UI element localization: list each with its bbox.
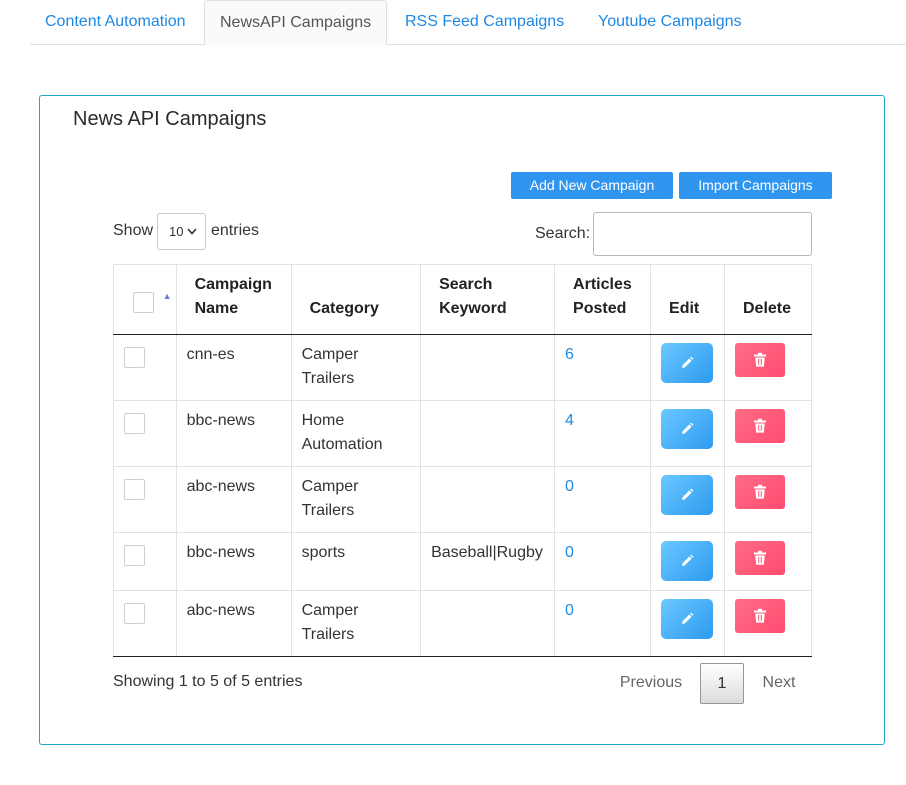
articles-posted-link[interactable]: 0 [565, 478, 574, 495]
cell-edit [650, 590, 725, 657]
tab-youtube-campaigns[interactable]: Youtube Campaigns [598, 0, 742, 45]
cell-campaign-name: bbc-news [175, 400, 292, 467]
pagination-previous[interactable]: Previous [608, 663, 694, 704]
articles-posted-link[interactable]: 4 [565, 412, 574, 429]
cell-category: sports [290, 532, 422, 591]
table-row: abc-news Camper Trailers 0 [113, 590, 812, 657]
cell-select [113, 334, 177, 401]
cell-select [113, 400, 177, 467]
delete-button[interactable] [735, 409, 785, 443]
search-input[interactable] [593, 212, 812, 256]
campaigns-table: ▲ Campaign Name Category Search Keyword … [113, 264, 812, 657]
cell-edit [650, 400, 725, 467]
cell-delete [724, 590, 812, 657]
cell-delete [724, 466, 812, 533]
table-row: bbc-news sports Baseball|Rugby 0 [113, 532, 812, 591]
cell-category: Camper Trailers [290, 466, 422, 533]
pagination-next[interactable]: Next [746, 663, 812, 704]
cell-search-keyword [420, 334, 556, 401]
delete-button[interactable] [735, 541, 785, 575]
row-checkbox[interactable] [124, 479, 145, 500]
cell-articles-posted: 6 [554, 334, 652, 401]
cell-edit [650, 532, 725, 591]
cell-articles-posted: 0 [554, 590, 652, 657]
column-header-category[interactable]: Category [290, 264, 422, 335]
cell-search-keyword [420, 466, 556, 533]
table-row: bbc-news Home Automation 4 [113, 400, 812, 467]
table-row: cnn-es Camper Trailers 6 [113, 334, 812, 401]
cell-edit [650, 334, 725, 401]
tab-rss-feed-campaigns[interactable]: RSS Feed Campaigns [405, 0, 564, 45]
cell-campaign-name: abc-news [175, 466, 292, 533]
cell-search-keyword [420, 590, 556, 657]
cell-delete [724, 400, 812, 467]
column-header-edit[interactable]: Edit [650, 264, 725, 335]
entries-per-page-select[interactable]: 10 [157, 213, 206, 250]
delete-button[interactable] [735, 343, 785, 377]
card-title: News API Campaigns [73, 108, 267, 130]
delete-button[interactable] [735, 475, 785, 509]
cell-category: Camper Trailers [290, 334, 422, 401]
column-header-articles-posted[interactable]: Articles Posted [554, 264, 652, 335]
cell-articles-posted: 0 [554, 532, 652, 591]
cell-campaign-name: cnn-es [175, 334, 292, 401]
select-all-checkbox[interactable] [133, 292, 154, 313]
tab-content-automation[interactable]: Content Automation [45, 0, 186, 45]
tab-newsapi-campaigns[interactable]: NewsAPI Campaigns [204, 0, 387, 45]
cell-select [113, 466, 177, 533]
edit-button[interactable] [661, 409, 714, 449]
cell-campaign-name: bbc-news [175, 532, 292, 591]
edit-button[interactable] [661, 541, 714, 581]
table-row: abc-news Camper Trailers 0 [113, 466, 812, 533]
entries-label: entries [211, 222, 260, 239]
cell-category: Camper Trailers [290, 590, 422, 657]
chevron-down-icon [187, 214, 197, 263]
cell-select [113, 532, 177, 591]
row-checkbox[interactable] [124, 603, 145, 624]
articles-posted-link[interactable]: 0 [565, 544, 574, 561]
table-info: Showing 1 to 5 of 5 entries [113, 673, 303, 690]
sort-arrows-icon: ▲ [162, 291, 172, 301]
import-campaigns-button[interactable]: Import Campaigns [679, 172, 832, 199]
cell-edit [650, 466, 725, 533]
articles-posted-link[interactable]: 0 [565, 602, 574, 619]
row-checkbox[interactable] [124, 413, 145, 434]
edit-button[interactable] [661, 475, 714, 515]
show-label: Show [113, 222, 154, 239]
search-label: Search: [535, 225, 591, 242]
campaigns-card: News API Campaigns Add New Campaign Impo… [39, 95, 885, 745]
cell-search-keyword [420, 400, 556, 467]
cell-select [113, 590, 177, 657]
pagination-page-1[interactable]: 1 [700, 663, 744, 704]
cell-articles-posted: 4 [554, 400, 652, 467]
column-header-select[interactable]: ▲ [113, 264, 177, 335]
column-header-search-keyword[interactable]: Search Keyword [420, 264, 556, 335]
entries-per-page-value: 10 [169, 224, 184, 239]
edit-button[interactable] [661, 343, 714, 383]
table-header-row: ▲ Campaign Name Category Search Keyword … [113, 264, 812, 335]
articles-posted-link[interactable]: 6 [565, 346, 574, 363]
edit-button[interactable] [661, 599, 714, 639]
row-checkbox[interactable] [124, 545, 145, 566]
row-checkbox[interactable] [124, 347, 145, 368]
cell-campaign-name: abc-news [175, 590, 292, 657]
cell-search-keyword: Baseball|Rugby [420, 532, 556, 591]
tab-bar: Content Automation NewsAPI Campaigns RSS… [30, 0, 906, 45]
cell-category: Home Automation [290, 400, 422, 467]
cell-delete [724, 532, 812, 591]
delete-button[interactable] [735, 599, 785, 633]
cell-delete [724, 334, 812, 401]
cell-articles-posted: 0 [554, 466, 652, 533]
column-header-campaign-name[interactable]: Campaign Name [175, 264, 292, 335]
column-header-delete[interactable]: Delete [724, 264, 812, 335]
add-new-campaign-button[interactable]: Add New Campaign [511, 172, 673, 199]
